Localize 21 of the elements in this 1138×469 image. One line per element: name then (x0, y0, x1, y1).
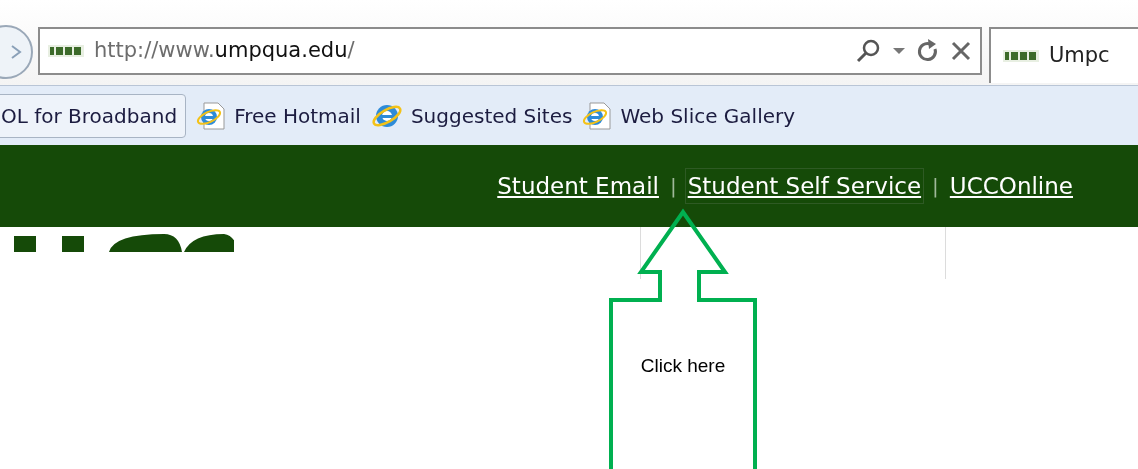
favorite-link[interactable]: Free Hotmail (196, 100, 361, 131)
favorite-button[interactable]: OL for Broadband (0, 93, 187, 138)
separator: | (669, 173, 677, 200)
address-field[interactable]: http://www.umpqua.edu/ (38, 27, 982, 75)
browser-tab[interactable]: Umpc (988, 27, 1138, 83)
separator: | (932, 173, 939, 200)
callout-text: Click here (639, 354, 727, 378)
dropdown-icon[interactable] (891, 46, 906, 56)
favorite-link[interactable]: Web Slice Gallery (582, 100, 796, 131)
favorite-link[interactable]: Suggested Sites (370, 100, 573, 131)
header-link[interactable]: UCCOnline (946, 167, 1076, 205)
refresh-icon[interactable] (915, 38, 940, 64)
close-icon[interactable] (949, 40, 972, 62)
header-link[interactable]: Student Email (494, 167, 662, 205)
url-text: http://www.umpqua.edu/ (94, 37, 355, 65)
favicon-icon (48, 44, 84, 58)
header-link[interactable]: Student Self Service (684, 167, 925, 205)
ie-page-icon (582, 100, 613, 131)
tab-title: Umpc (1048, 42, 1110, 70)
ie-page-icon (196, 100, 227, 131)
favicon-icon (1002, 49, 1039, 63)
